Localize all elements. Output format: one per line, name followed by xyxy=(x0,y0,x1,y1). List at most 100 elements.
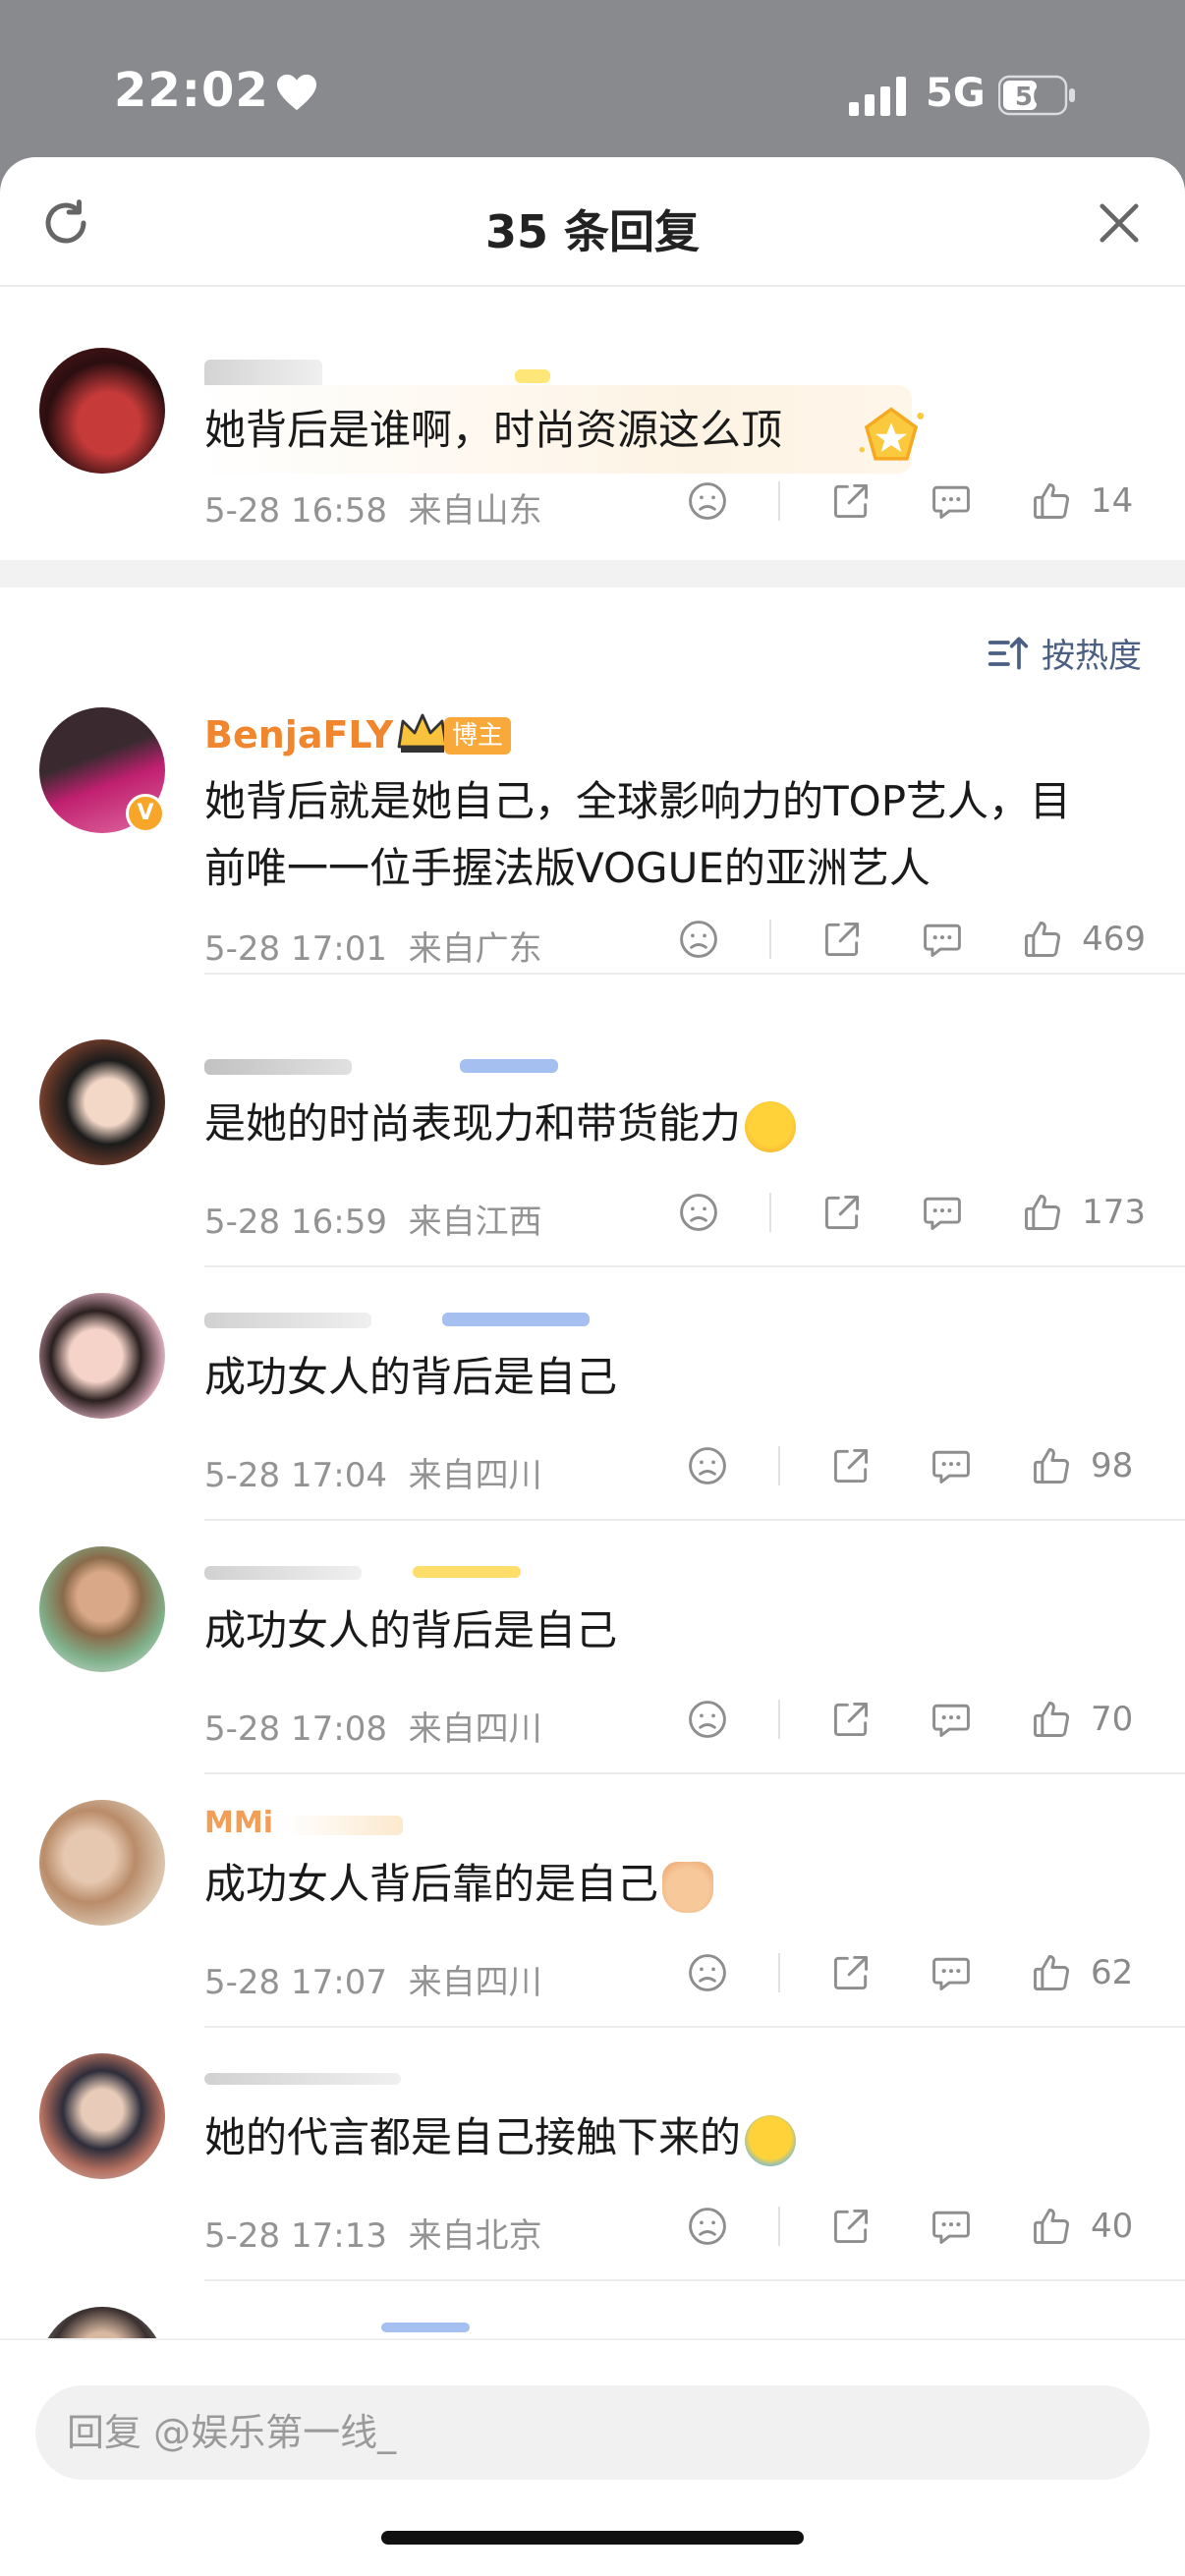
heart-icon xyxy=(277,74,316,111)
share-button[interactable] xyxy=(821,1436,880,1495)
share-icon xyxy=(833,483,869,519)
comment-meta: 5-28 17:04 来自四川 xyxy=(204,1456,542,1495)
comment-meta: 5-28 17:07 来自四川 xyxy=(204,1963,542,2002)
section-separator xyxy=(0,560,1185,588)
gold-medal-icon xyxy=(859,407,925,461)
action-separator xyxy=(778,481,780,521)
share-button[interactable] xyxy=(821,2197,880,2256)
badge-redacted xyxy=(515,369,550,383)
like-count: 173 xyxy=(1082,1193,1146,1232)
comment-button[interactable] xyxy=(922,472,981,531)
username-redacted[interactable] xyxy=(204,1313,371,1328)
thumbs-up-icon xyxy=(1034,1955,1069,1990)
action-separator xyxy=(778,1953,780,1992)
comment-text: 成功女人的背后是自己 xyxy=(204,1606,618,1654)
comment-text: 是她的时尚表现力和带货能力 xyxy=(204,1091,797,1157)
avatar[interactable] xyxy=(39,2053,165,2179)
sheet-header: 35 条回复 xyxy=(0,157,1185,287)
close-icon[interactable] xyxy=(1097,200,1142,246)
emoji-icon xyxy=(745,1100,797,1152)
status-time: 22:02 xyxy=(114,63,269,118)
share-icon xyxy=(825,1195,860,1230)
status-bar: 22:02 5G 50 xyxy=(0,0,1185,157)
username[interactable]: BenjaFLY xyxy=(204,713,393,756)
comment-button[interactable] xyxy=(922,1436,981,1495)
thumbs-up-icon xyxy=(1025,1195,1061,1230)
frown-icon xyxy=(689,1447,726,1484)
like-button[interactable] xyxy=(1013,910,1072,969)
comment-text: 前唯一一位手握法版VOGUE的亚洲艺人 xyxy=(204,844,931,892)
battery-level: 50 xyxy=(1015,83,1050,112)
comment-button[interactable] xyxy=(922,1943,981,2002)
comment-actions: 70 xyxy=(637,1690,1146,1749)
username-redacted[interactable] xyxy=(204,1059,352,1075)
comment-icon xyxy=(932,2211,970,2244)
username-redacted[interactable] xyxy=(204,2073,401,2085)
comment-actions: 14 xyxy=(637,472,1146,531)
username-redacted[interactable] xyxy=(204,1566,362,1580)
comment-meta: 5-28 17:01 来自广东 xyxy=(204,929,542,969)
dislike-button[interactable] xyxy=(678,1690,737,1749)
author-tag: 博主 xyxy=(444,717,512,755)
avatar[interactable] xyxy=(39,1800,165,1926)
share-button[interactable] xyxy=(813,1183,872,1242)
comment-actions: 40 xyxy=(637,2197,1146,2256)
share-button[interactable] xyxy=(821,1690,880,1749)
like-button[interactable] xyxy=(1022,472,1081,531)
frown-icon xyxy=(680,921,717,958)
comment-item: MMi 成功女人背后靠的是自己 5-28 17:07 来自四川 62 xyxy=(0,1800,1185,2028)
network-type: 5G xyxy=(926,71,986,116)
divider xyxy=(204,1519,1185,1521)
comment-button[interactable] xyxy=(913,1183,972,1242)
sort-by-hot-button[interactable]: 按热度 xyxy=(987,629,1142,677)
home-indicator[interactable] xyxy=(381,2531,804,2545)
dislike-button[interactable] xyxy=(678,2197,737,2256)
avatar[interactable] xyxy=(39,348,165,474)
action-separator xyxy=(778,1446,780,1485)
dislike-button[interactable] xyxy=(678,472,737,531)
replies-sheet: 35 条回复 她背后是谁啊，时尚资源这么顶 5-28 16:58 来自山东 14… xyxy=(0,157,1185,2576)
frown-icon xyxy=(689,2208,726,2245)
like-count: 70 xyxy=(1091,1700,1134,1739)
like-count: 62 xyxy=(1091,1953,1134,1992)
comment-meta: 5-28 17:08 来自四川 xyxy=(204,1709,542,1749)
share-icon xyxy=(825,922,860,957)
dislike-button[interactable] xyxy=(678,1943,737,2002)
badge-redacted xyxy=(460,1059,558,1073)
share-icon xyxy=(833,1955,869,1990)
dislike-button[interactable] xyxy=(669,910,728,969)
verified-badge-icon: V xyxy=(126,794,165,833)
dislike-button[interactable] xyxy=(669,1183,728,1242)
sort-label: 按热度 xyxy=(1042,637,1142,676)
like-button[interactable] xyxy=(1022,2197,1081,2256)
comment-meta: 5-28 16:58 来自山东 xyxy=(204,491,542,531)
dislike-button[interactable] xyxy=(678,1436,737,1495)
thumbs-up-icon xyxy=(1034,1702,1069,1737)
comment-button[interactable] xyxy=(913,910,972,969)
share-button[interactable] xyxy=(813,910,872,969)
action-separator xyxy=(769,1193,772,1232)
thumbs-up-icon xyxy=(1034,2209,1069,2244)
comment-icon xyxy=(932,485,970,519)
comment-icon xyxy=(932,1957,970,1990)
comment-actions: 469 xyxy=(628,910,1146,969)
reply-input[interactable]: 回复 @娱乐第一线_ xyxy=(35,2385,1150,2480)
username-partial[interactable]: MMi xyxy=(204,1806,273,1840)
avatar[interactable] xyxy=(39,1039,165,1165)
comment-button[interactable] xyxy=(922,1690,981,1749)
comment-button[interactable] xyxy=(922,2197,981,2256)
like-button[interactable] xyxy=(1013,1183,1072,1242)
share-button[interactable] xyxy=(821,1943,880,2002)
share-button[interactable] xyxy=(821,472,880,531)
share-icon xyxy=(833,2209,869,2244)
badge-redacted xyxy=(442,1313,590,1326)
share-icon xyxy=(833,1448,869,1484)
sheet-title: 35 条回复 xyxy=(484,205,701,258)
like-button[interactable] xyxy=(1022,1690,1081,1749)
avatar[interactable] xyxy=(39,1293,165,1419)
like-button[interactable] xyxy=(1022,1943,1081,2002)
frown-icon xyxy=(689,1954,726,1991)
avatar[interactable] xyxy=(39,1546,165,1672)
comment-text: 她的代言都是自己接触下来的 xyxy=(204,2104,797,2171)
like-button[interactable] xyxy=(1022,1436,1081,1495)
